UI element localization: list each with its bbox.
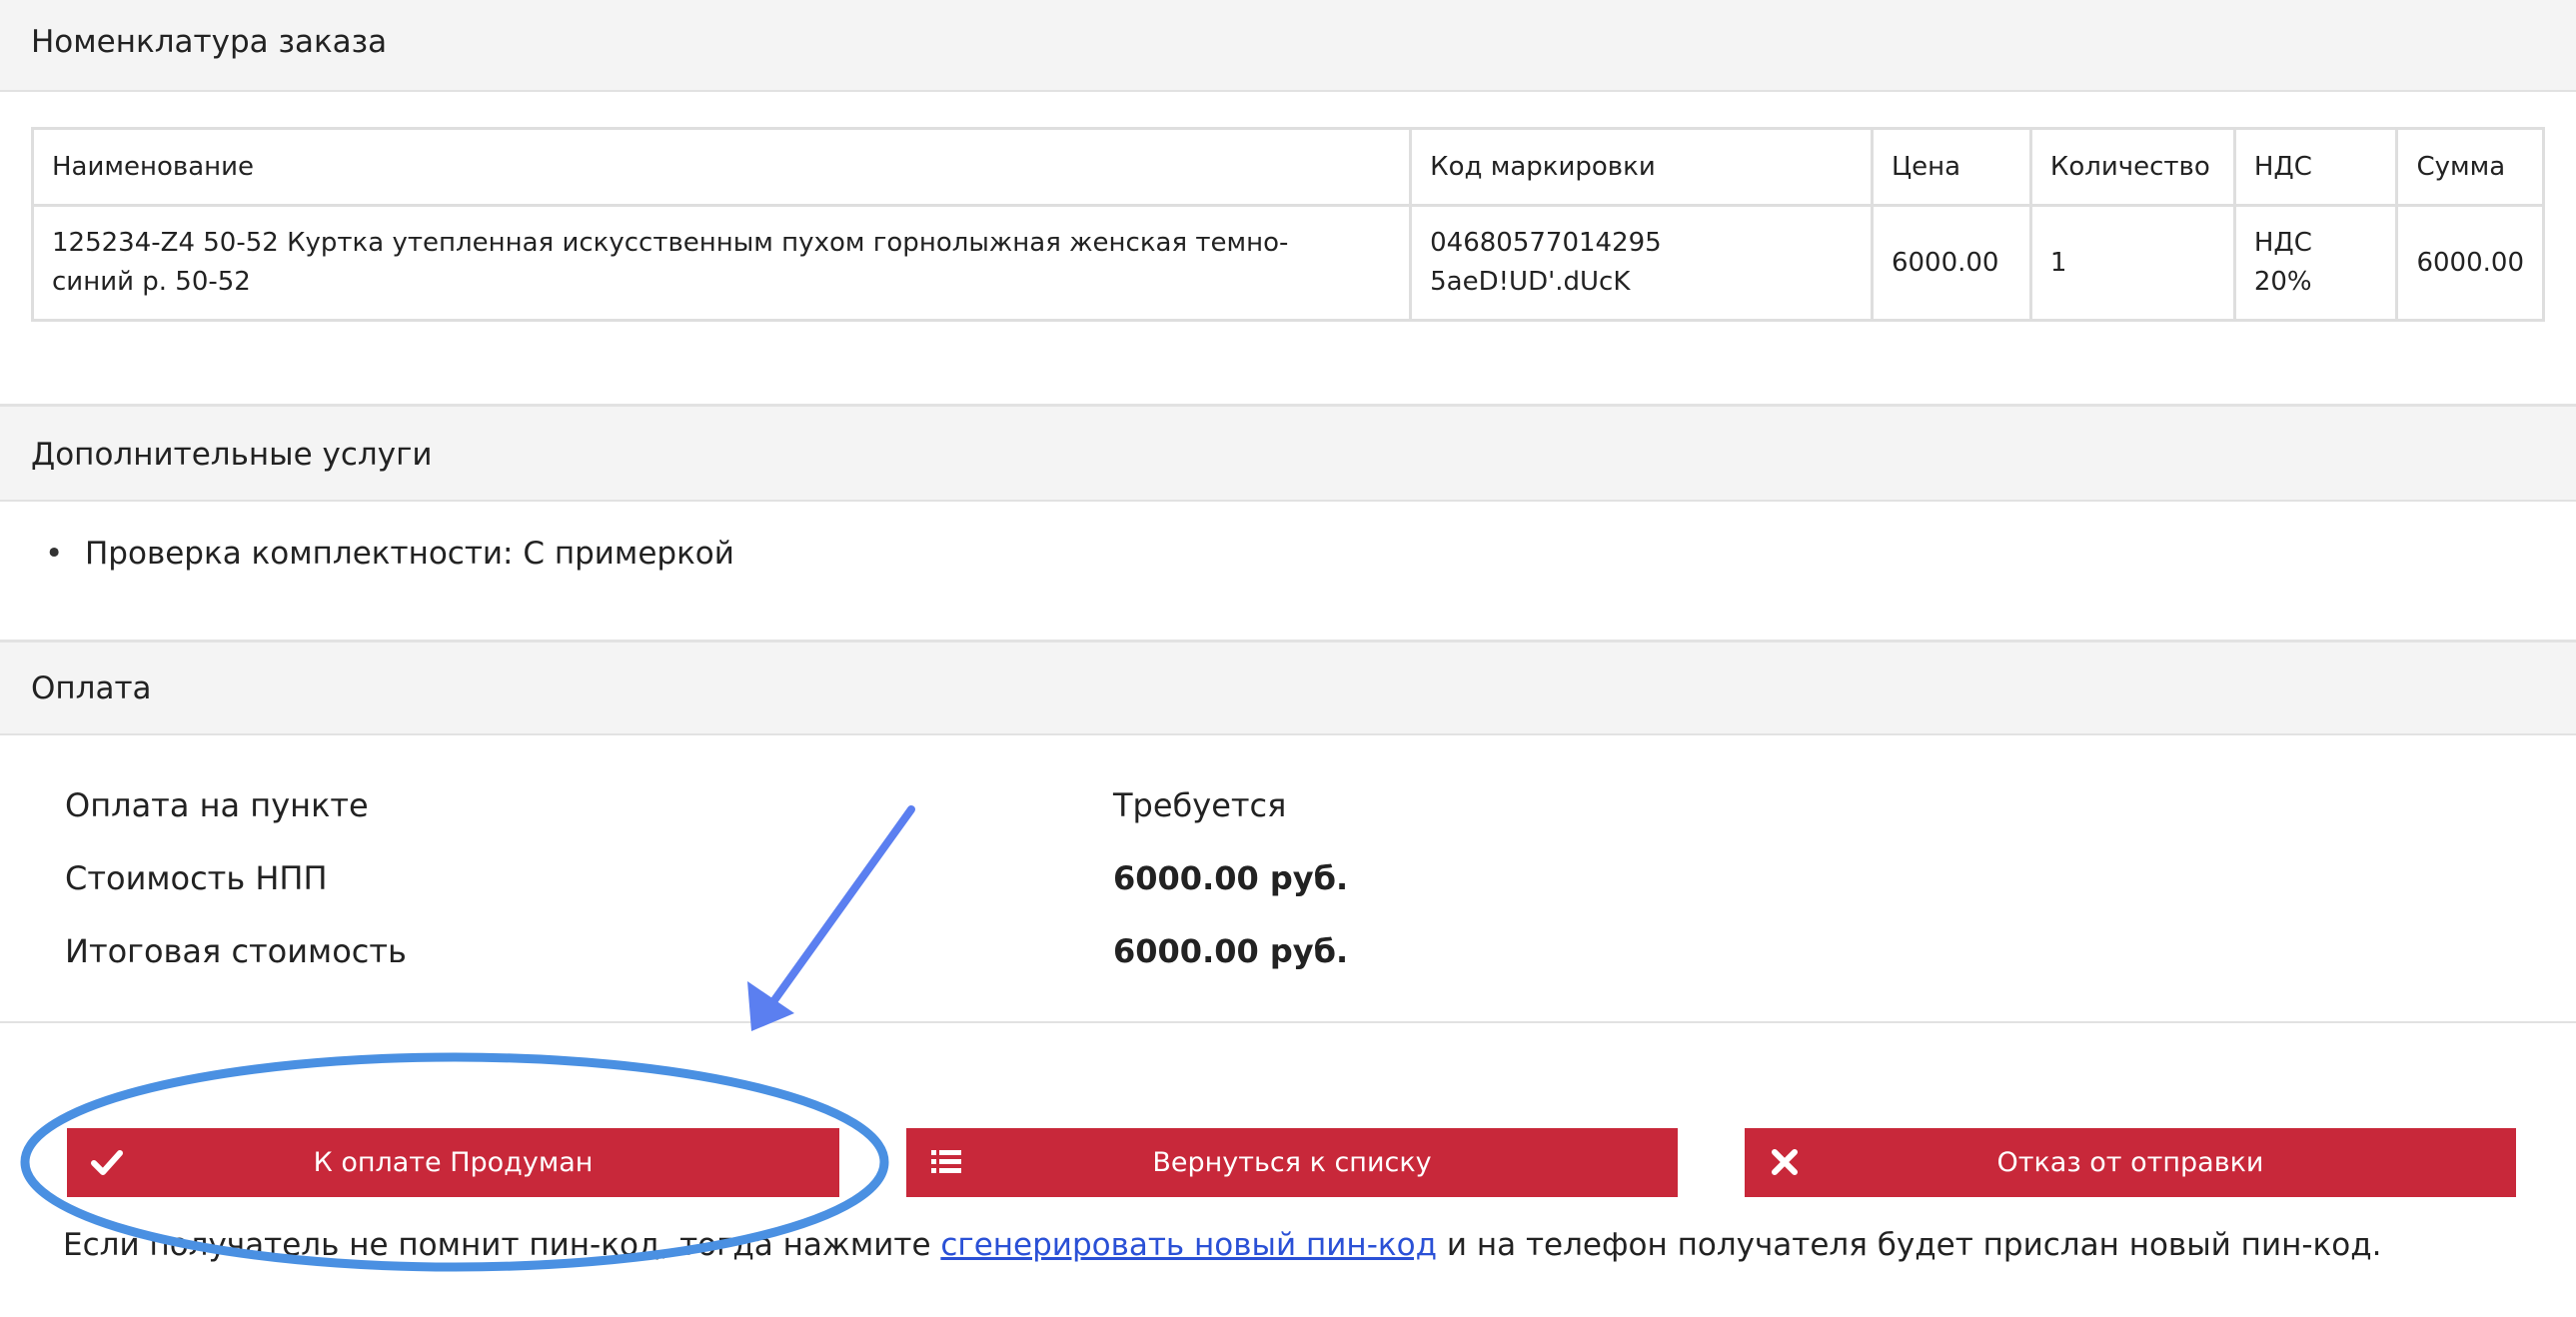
pin-code-hint-after: и на телефон получателя будет прислан но…: [1437, 1227, 2382, 1263]
section-header-payment: Оплата: [0, 640, 2576, 735]
column-header-vat: НДС: [2232, 127, 2399, 207]
column-header-sum: Сумма: [2395, 127, 2545, 207]
vat-line1: НДС: [2253, 228, 2312, 258]
annotation-arrow-icon: [747, 805, 915, 1031]
cell-vat: НДС 20%: [2232, 204, 2399, 322]
generate-pin-code-link[interactable]: сгенерировать новый пин-код: [940, 1227, 1437, 1263]
section-title-services: Дополнительные услуги: [31, 437, 433, 473]
item-name-line1: 125234-Z4 50-52 Куртка утепленная искусс…: [52, 228, 1289, 258]
column-header-quantity: Количество: [2028, 127, 2236, 207]
services-list: Проверка комплектности: С примеркой: [45, 536, 734, 572]
cell-quantity: 1: [2028, 204, 2236, 322]
pay-produman-button-label: К оплате Продуман: [313, 1147, 594, 1178]
back-to-list-button[interactable]: Вернуться к списку: [906, 1128, 1678, 1197]
list-icon: [931, 1150, 961, 1173]
marking-code-line2: 5aeD!UD'.dUcK: [1430, 267, 1631, 297]
payment-value-npp-cost: 6000.00 руб.: [1113, 859, 1349, 897]
section-title-nomenclature: Номенклатура заказа: [31, 24, 388, 60]
close-icon: [1772, 1149, 1798, 1175]
pin-code-hint-before: Если получатель не помнит пин-код, тогда…: [63, 1227, 941, 1263]
list-item: Проверка комплектности: С примеркой: [45, 536, 734, 572]
pin-code-hint: Если получатель не помнит пин-код, тогда…: [63, 1227, 2382, 1263]
check-icon: [91, 1150, 123, 1175]
cell-price: 6000.00: [1870, 204, 2032, 322]
cell-item-name: 125234-Z4 50-52 Куртка утепленная искусс…: [30, 204, 1413, 322]
payment-label-total: Итоговая стоимость: [65, 932, 407, 970]
cell-sum: 6000.00: [2395, 204, 2545, 322]
marking-code-line1: 04680577014295: [1430, 228, 1662, 258]
section-title-payment: Оплата: [31, 670, 152, 706]
table-row: 125234-Z4 50-52 Куртка утепленная искусс…: [30, 204, 2545, 322]
back-to-list-button-label: Вернуться к списку: [1152, 1147, 1432, 1178]
payment-value-total: 6000.00 руб.: [1113, 932, 1349, 970]
payment-label-npp-cost: Стоимость НПП: [65, 859, 328, 897]
vat-line2: 20%: [2253, 267, 2312, 297]
refuse-shipment-button[interactable]: Отказ от отправки: [1745, 1128, 2516, 1197]
column-header-price: Цена: [1870, 127, 2032, 207]
section-divider: [0, 1021, 2576, 1023]
refuse-shipment-button-label: Отказ от отправки: [1996, 1147, 2264, 1178]
column-header-marking-code: Код маркировки: [1409, 127, 1874, 207]
payment-label-on-point: Оплата на пункте: [65, 786, 369, 824]
section-header-nomenclature: Номенклатура заказа: [0, 0, 2576, 92]
cell-marking-code: 04680577014295 5aeD!UD'.dUcK: [1409, 204, 1874, 322]
column-header-name: Наименование: [30, 127, 1413, 207]
payment-value-on-point: Требуется: [1113, 786, 1287, 824]
item-name-line2: синий р. 50-52: [52, 267, 251, 297]
order-items-table: Наименование Код маркировки Цена Количес…: [30, 127, 2545, 322]
pay-produman-button[interactable]: К оплате Продуман: [67, 1128, 839, 1197]
table-header-row: Наименование Код маркировки Цена Количес…: [30, 127, 2545, 207]
section-header-services: Дополнительные услуги: [0, 404, 2576, 502]
